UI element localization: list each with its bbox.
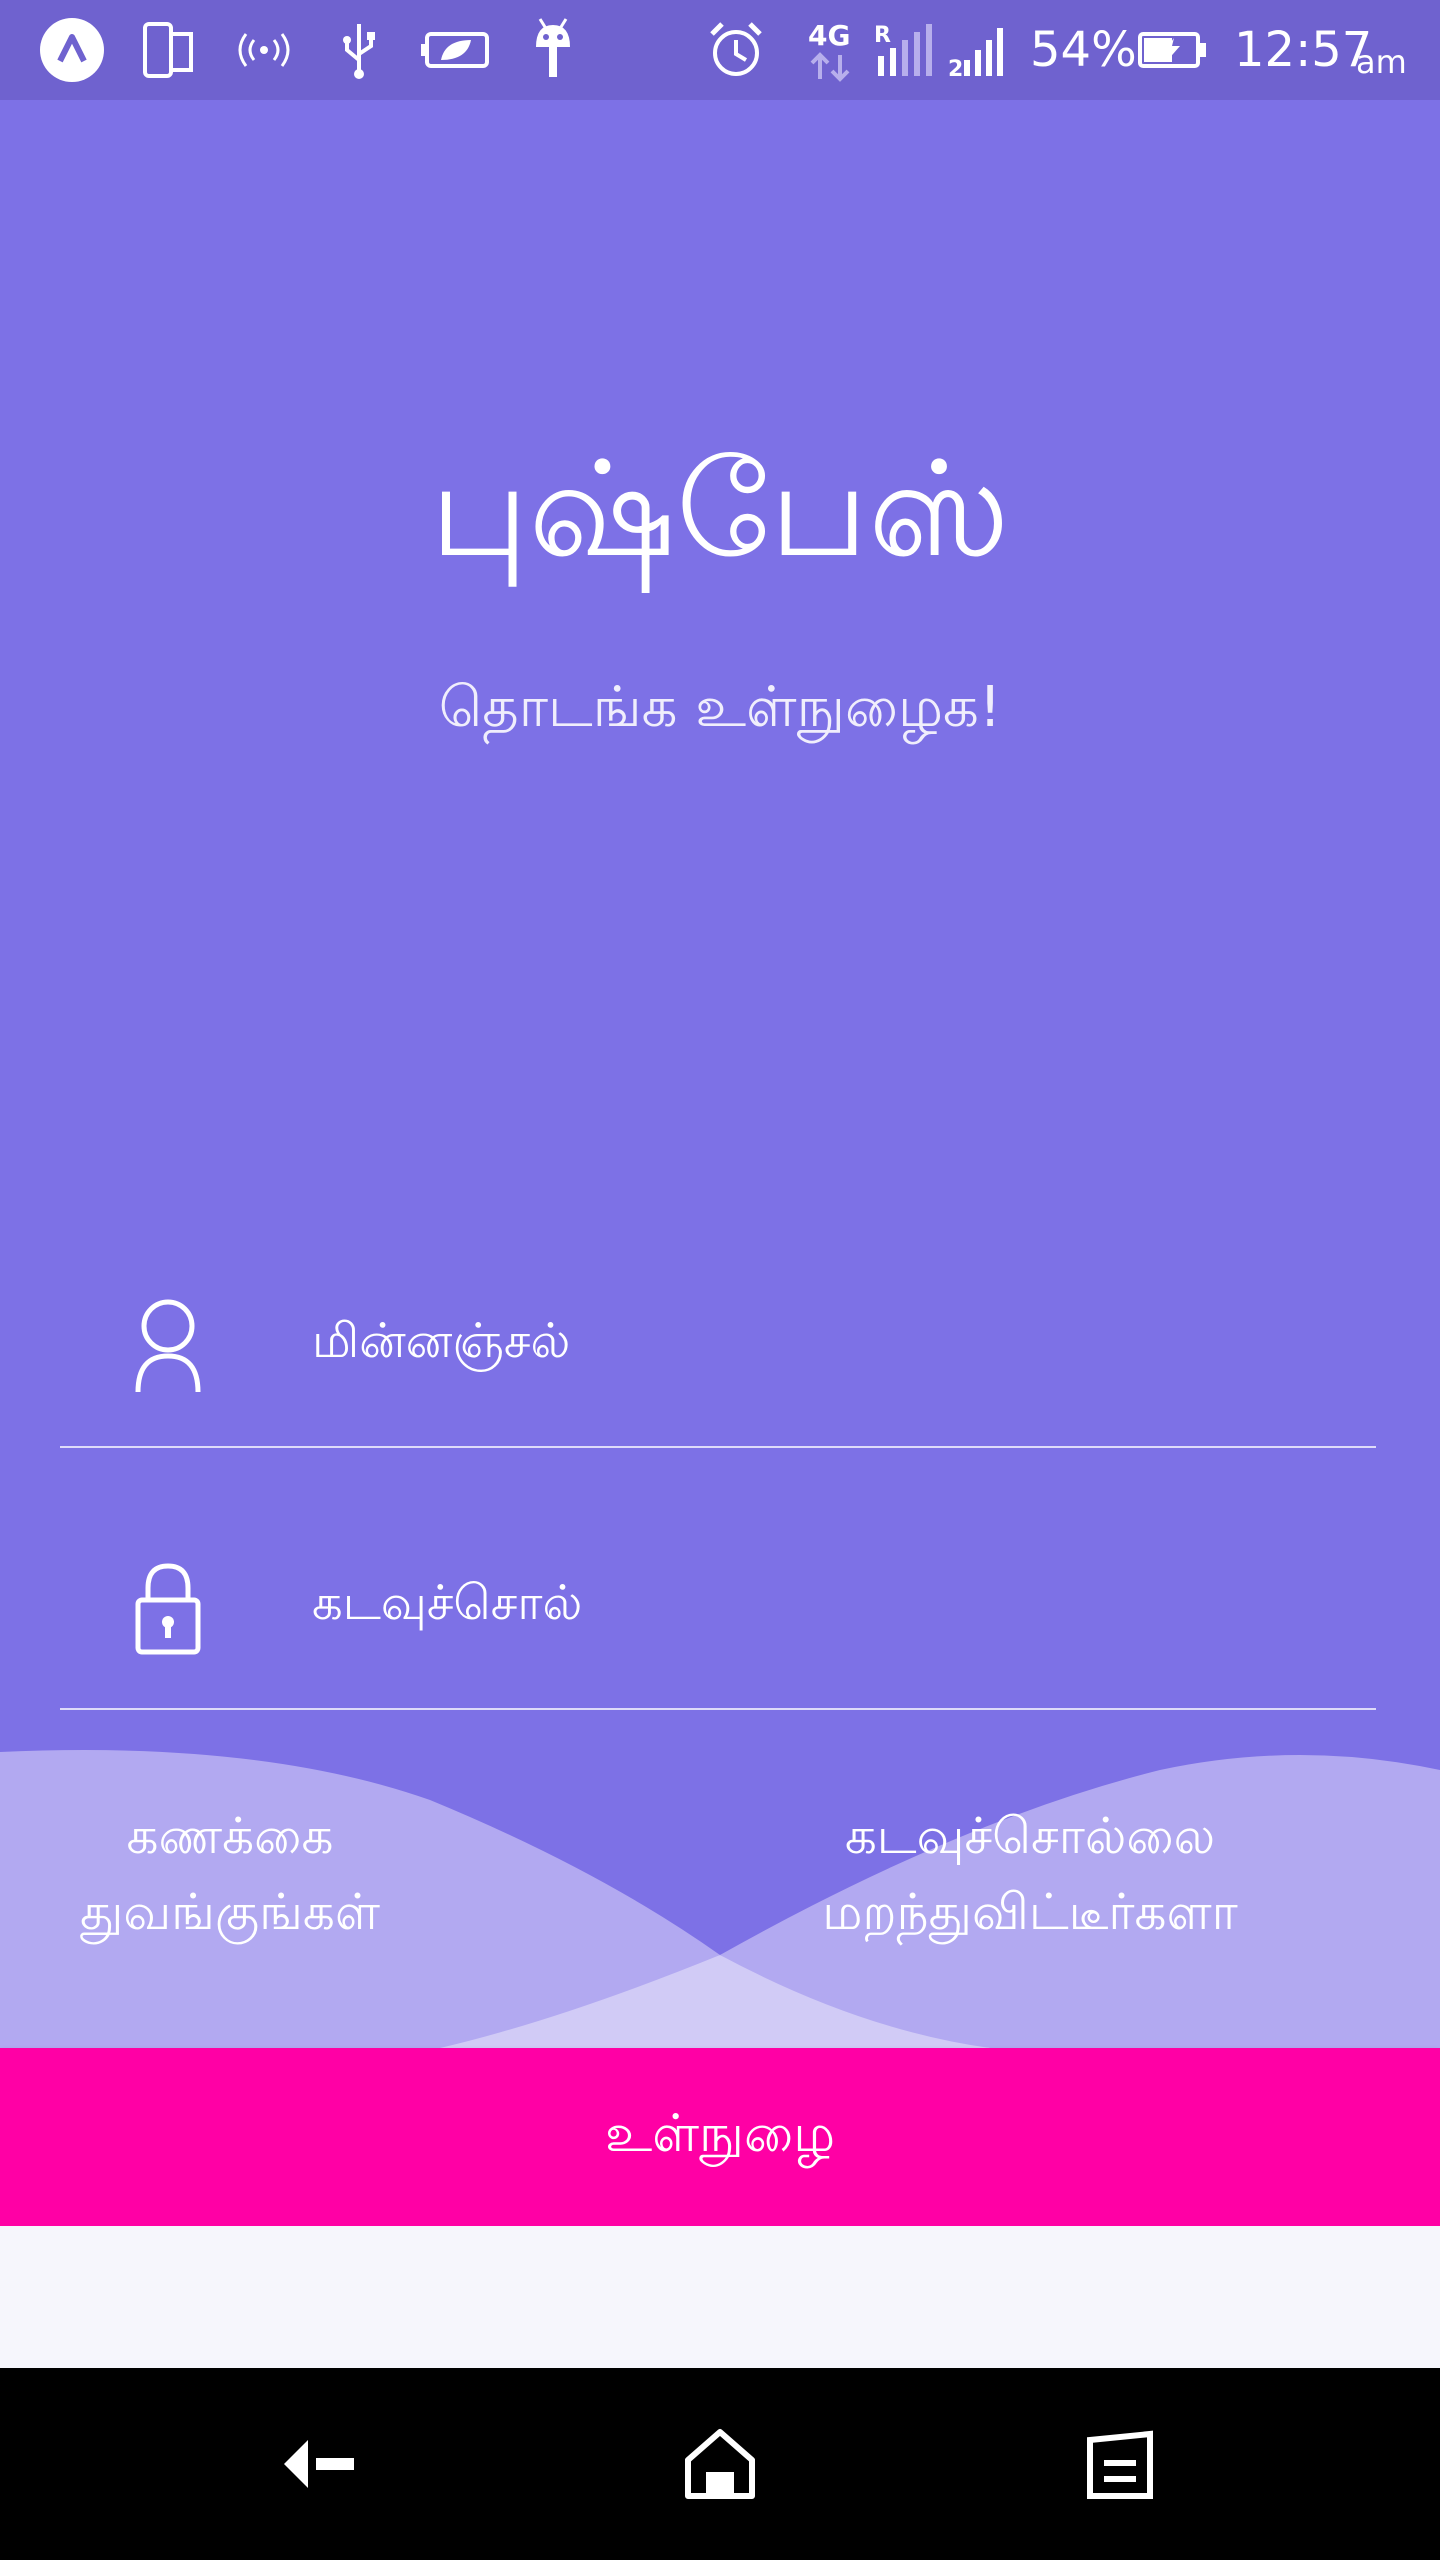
alarm-icon xyxy=(706,0,766,100)
android-debug-icon xyxy=(528,0,578,100)
app-notification-icon xyxy=(38,0,106,100)
signal-roaming-icon: R xyxy=(872,0,936,100)
recent-apps-icon[interactable] xyxy=(1080,2424,1160,2504)
clock-time: 12:57 xyxy=(1234,22,1373,78)
svg-text:4G: 4G xyxy=(808,19,850,52)
back-icon[interactable] xyxy=(280,2424,360,2504)
battery-percent: 54% xyxy=(1030,22,1137,78)
navigation-bar xyxy=(0,2368,1440,2560)
usb-icon xyxy=(334,0,384,100)
svg-text:R: R xyxy=(874,23,891,48)
status-bar: 4G R 2 54% 12:57 am xyxy=(0,0,1440,100)
password-field[interactable]: கடவுச்சொல் xyxy=(60,1538,1376,1710)
forgot-password-line2: மறந்துவிட்டீர்களா xyxy=(822,1883,1238,1941)
bottom-spacer xyxy=(0,2226,1440,2368)
lock-icon xyxy=(132,1560,204,1660)
password-placeholder: கடவுச்சொல் xyxy=(312,1575,583,1631)
battery-charging-icon xyxy=(1138,0,1208,100)
app-subtitle: தொடங்க உள்நுழைக! xyxy=(438,675,1002,740)
battery-saver-icon xyxy=(420,0,492,100)
email-placeholder: மின்னஞ்சல் xyxy=(312,1313,571,1369)
create-account-line2: துவங்குங்கள் xyxy=(79,1883,381,1941)
network-4g-icon: 4G xyxy=(804,0,860,100)
app-title: புஷ்பேஸ் xyxy=(430,433,1010,587)
forgot-password-line1: கடவுச்சொல்லை xyxy=(844,1807,1216,1865)
signal-icon: 2 xyxy=(948,0,1012,100)
app-screen: 4G R 2 54% 12:57 am புஷ்பேஸ் தொடங்க உள்ந… xyxy=(0,0,1440,2560)
device-icon xyxy=(138,0,198,100)
person-outline-icon xyxy=(132,1296,204,1396)
forgot-password-link[interactable]: கடவுச்சொல்லை மறந்துவிட்டீர்களா xyxy=(760,1798,1300,1950)
clock-am-pm: am xyxy=(1356,43,1407,81)
email-field[interactable]: மின்னஞ்சல் xyxy=(60,1276,1376,1448)
login-button[interactable]: உள்நுழை xyxy=(0,2048,1440,2226)
hotspot-icon xyxy=(234,0,294,100)
login-button-label: உள்நுழை xyxy=(604,2103,836,2164)
create-account-line1: கணக்கை xyxy=(126,1807,334,1865)
create-account-link[interactable]: கணக்கை துவங்குங்கள் xyxy=(40,1798,420,1950)
svg-text:2: 2 xyxy=(948,57,963,80)
home-icon[interactable] xyxy=(680,2424,760,2504)
